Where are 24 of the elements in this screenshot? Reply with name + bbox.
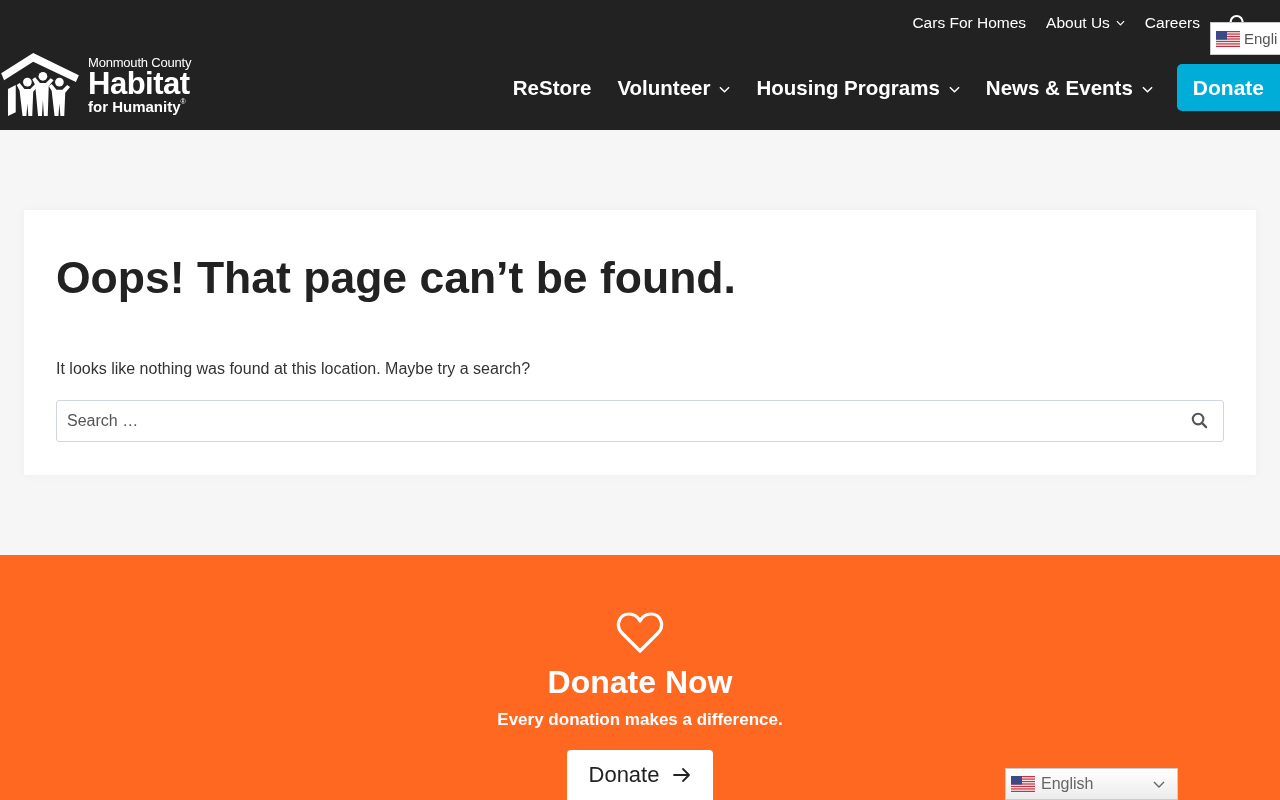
nav-link[interactable]: ReStore: [512, 75, 592, 100]
chevron-down-icon: [1153, 780, 1165, 788]
search-icon[interactable]: [1191, 412, 1208, 429]
banner-subtitle: Every donation makes a difference.: [497, 709, 783, 731]
top-nav-link[interactable]: Careers: [1144, 13, 1200, 32]
arrow-right-icon: [673, 767, 692, 783]
language-selector[interactable]: Engli: [1210, 22, 1280, 55]
top-nav-link[interactable]: Cars For Homes: [912, 13, 1027, 32]
nav-link[interactable]: News & Events: [985, 75, 1153, 100]
heart-icon: [616, 611, 664, 655]
flag-icon: [1216, 30, 1240, 47]
page-title: Oops! That page can’t be found.: [56, 252, 737, 304]
flag-icon: [1011, 776, 1035, 792]
nav-link[interactable]: Housing Programs: [756, 75, 960, 100]
logo-link[interactable]: Monmouth County Habitat for Humanity$^{®}$: [0, 51, 192, 118]
top-nav-link[interactable]: About Us: [1046, 13, 1125, 32]
banner-title: Donate Now: [547, 663, 733, 701]
search-icon[interactable]: [1228, 13, 1246, 22]
error-message: It looks like nothing was found at this location. Maybe try a search?: [56, 359, 532, 379]
nav-link[interactable]: Volunteer: [617, 75, 731, 100]
house-logo-icon: [0, 51, 80, 118]
language-selector[interactable]: English: [1005, 768, 1178, 800]
search-field[interactable]: Search …: [56, 400, 1224, 442]
donate-button[interactable]: Donate: [566, 750, 714, 800]
